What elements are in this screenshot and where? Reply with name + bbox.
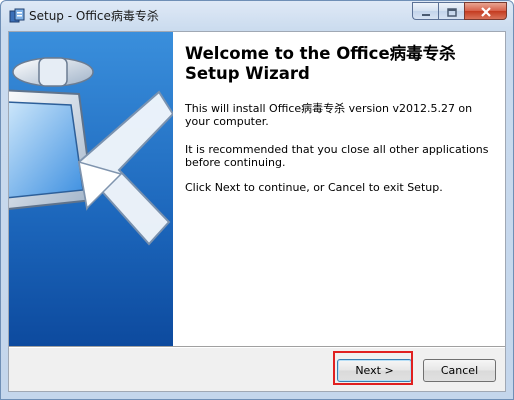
heading-line-2: Setup Wizard: [185, 64, 310, 83]
wizard-sidebar-image: [9, 32, 173, 346]
maximize-button[interactable]: [438, 2, 464, 20]
caption-buttons: [412, 2, 507, 22]
title-bar[interactable]: Setup - Office病毒专杀: [1, 1, 513, 31]
minimize-button[interactable]: [412, 2, 438, 20]
close-icon: [480, 2, 492, 21]
setup-window: Setup - Office病毒专杀 Welcome to the Office…: [0, 0, 514, 400]
wizard-page: Welcome to the Office病毒专杀 Setup Wizard T…: [8, 31, 506, 392]
footer-divider: [9, 346, 505, 348]
instruction-text: Click Next to continue, or Cancel to exi…: [185, 181, 443, 194]
monitor-arrow-illustration: [9, 32, 173, 346]
installer-app-icon: [9, 8, 25, 24]
recommendation-text: It is recommended that you close all oth…: [185, 143, 489, 169]
heading-line-1: Welcome to the Office病毒专杀: [185, 44, 456, 63]
wizard-content: Welcome to the Office病毒专杀 Setup Wizard T…: [173, 32, 505, 346]
page-title: Welcome to the Office病毒专杀 Setup Wizard: [185, 44, 495, 84]
next-button[interactable]: Next >: [337, 359, 412, 382]
maximize-icon: [446, 2, 457, 21]
install-info-text: This will install Office病毒专杀 version v20…: [185, 102, 473, 128]
cancel-button[interactable]: Cancel: [423, 359, 496, 382]
close-button[interactable]: [464, 2, 507, 20]
window-title: Setup - Office病毒专杀: [29, 9, 159, 23]
minimize-icon: [421, 2, 431, 21]
